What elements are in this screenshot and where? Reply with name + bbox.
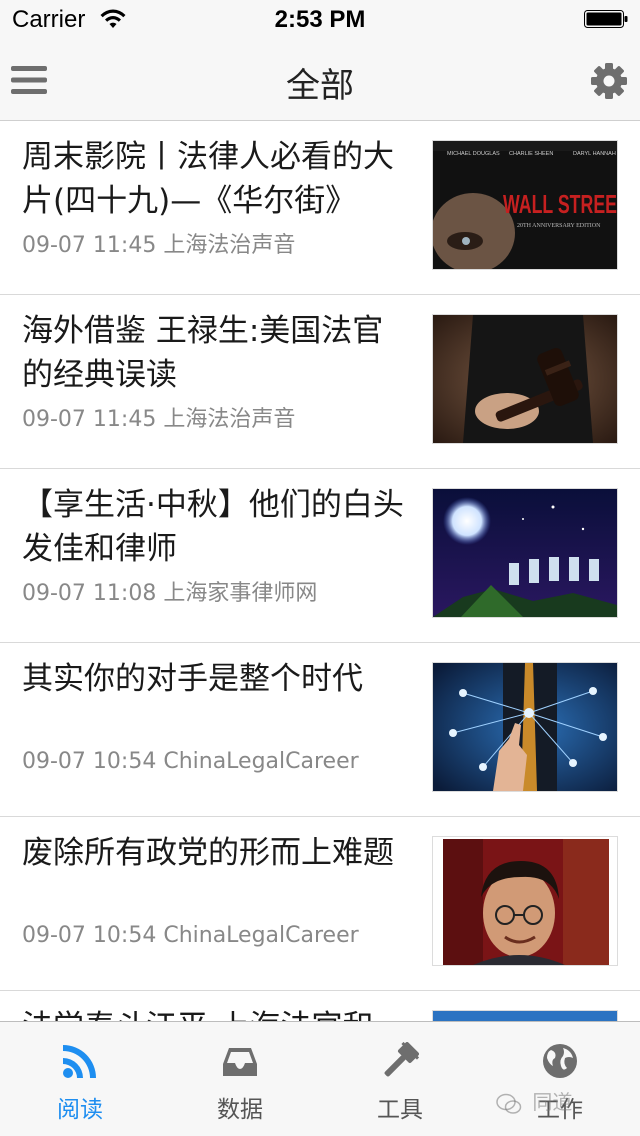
article-item[interactable]: 【享生活·中秋】他们的白头发佳和律师 09-07 11:08 上海家事律师网	[0, 469, 640, 643]
status-bar: Carrier 2:53 PM	[0, 0, 640, 40]
article-source: 上海法治声音	[163, 407, 296, 432]
tab-bar: 阅读 数据 工具 工作	[0, 1021, 640, 1136]
article-item[interactable]: 周末影院丨法律人必看的大片(四十九)—《华尔街》 09-07 11:45 上海法…	[0, 121, 640, 295]
article-date: 09-07 11:45	[22, 407, 157, 432]
tab-tools[interactable]: 工具	[320, 1022, 480, 1136]
article-item[interactable]: 其实你的对手是整个时代 09-07 10:54 ChinaLegalCareer	[0, 643, 640, 817]
article-thumbnail	[432, 836, 618, 966]
globe-icon	[543, 1044, 577, 1078]
article-source: ChinaLegalCareer	[163, 923, 359, 948]
article-thumbnail	[432, 314, 618, 444]
poster-name-3: DARYL HANNAH	[573, 151, 616, 157]
navigation-bar: 全部	[0, 40, 640, 121]
article-item[interactable]: 法学泰斗江平:上海法官和	[0, 991, 640, 1021]
article-item[interactable]: 废除所有政党的形而上难题 09-07 10:54 ChinaLegalCaree…	[0, 817, 640, 991]
portrait-image	[433, 837, 617, 965]
gavel-icon	[384, 1042, 419, 1077]
tab-work[interactable]: 工作	[480, 1022, 640, 1136]
inbox-tray-icon	[223, 1048, 257, 1076]
article-title: 其实你的对手是整个时代	[22, 661, 363, 697]
article-source: 上海法治声音	[163, 233, 296, 258]
article-meta: 09-07 10:54 ChinaLegalCareer	[22, 923, 359, 948]
article-source: ChinaLegalCareer	[163, 749, 359, 774]
article-source: 上海家事律师网	[163, 581, 318, 606]
article-meta: 09-07 11:45 上海法治声音	[22, 227, 295, 259]
tab-label: 工具	[377, 1097, 423, 1123]
battery-icon	[584, 10, 628, 28]
tab-label: 数据	[217, 1097, 263, 1123]
rss-feed-icon	[63, 1045, 96, 1078]
judge-gavel-image	[433, 315, 617, 443]
gear-icon[interactable]	[590, 62, 628, 100]
poster-title: WALL STREE	[503, 189, 617, 219]
article-date: 09-07 10:54	[22, 923, 157, 948]
watermark-text: 同道	[532, 1090, 573, 1114]
article-thumbnail	[432, 488, 618, 618]
article-meta: 09-07 11:08 上海家事律师网	[22, 575, 317, 607]
poster-name-1: MICHAEL DOUGLAS	[447, 151, 500, 157]
article-list[interactable]: 周末影院丨法律人必看的大片(四十九)—《华尔街》 09-07 11:45 上海法…	[0, 121, 640, 1021]
article-thumbnail	[432, 662, 618, 792]
article-thumbnail	[432, 1010, 618, 1021]
watermark: 同道	[496, 1086, 572, 1115]
wechat-icon	[496, 1093, 522, 1114]
article-thumbnail: MICHAEL DOUGLAS CHARLIE SHEEN DARYL HANN…	[432, 140, 618, 270]
article-title: 废除所有政党的形而上难题	[22, 835, 394, 871]
page-title: 全部	[286, 66, 354, 106]
moon-night-image	[433, 489, 617, 617]
article-title: 法学泰斗江平:上海法官和	[22, 1005, 414, 1021]
article-title: 【享生活·中秋】他们的白头发佳和律师	[22, 487, 404, 567]
article-date: 09-07 11:08	[22, 581, 157, 606]
article-date: 09-07 10:54	[22, 749, 157, 774]
network-touch-image	[433, 663, 617, 791]
wall-street-poster-image: MICHAEL DOUGLAS CHARLIE SHEEN DARYL HANN…	[433, 141, 617, 269]
article-date: 09-07 11:45	[22, 233, 157, 258]
article-title: 周末影院丨法律人必看的大片(四十九)—《华尔街》	[22, 139, 394, 219]
blue-photo-image	[433, 1011, 617, 1021]
article-item[interactable]: 海外借鉴 王禄生:美国法官的经典误读 09-07 11:45 上海法治声音	[0, 295, 640, 469]
article-meta: 09-07 10:54 ChinaLegalCareer	[22, 749, 359, 774]
status-time: 2:53 PM	[274, 6, 366, 33]
tab-reading[interactable]: 阅读	[0, 1022, 160, 1136]
article-title: 海外借鉴 王禄生:美国法官的经典误读	[22, 313, 384, 393]
poster-name-2: CHARLIE SHEEN	[509, 151, 553, 157]
poster-caption: 20TH ANNIVERSARY EDITION	[517, 223, 601, 229]
article-meta: 09-07 11:45 上海法治声音	[22, 401, 295, 433]
app-screen: Carrier 2:53 PM 全部 周末影院丨法律人必看的大片(四十九)—《华…	[0, 0, 640, 1136]
tab-label: 阅读	[57, 1097, 103, 1123]
tab-data[interactable]: 数据	[160, 1022, 320, 1136]
